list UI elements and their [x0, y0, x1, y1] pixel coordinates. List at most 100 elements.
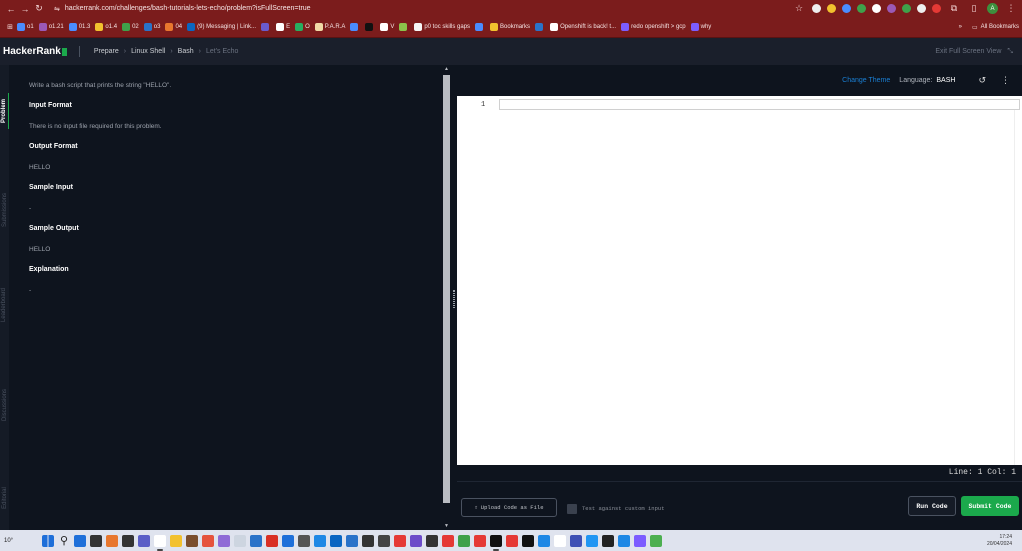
bookmark-item[interactable]: Bookmarks — [490, 23, 530, 31]
taskbar-app-icon[interactable] — [634, 534, 646, 547]
taskbar-app-icon[interactable] — [378, 534, 390, 547]
tab-problem[interactable]: Problem — [0, 93, 9, 129]
run-code-button[interactable]: Run Code — [908, 496, 956, 516]
system-clock[interactable]: 17:24 20/04/2024 — [987, 534, 1012, 548]
apps-grid-icon[interactable]: ⊞ — [3, 23, 17, 31]
extension-icon[interactable] — [932, 4, 941, 13]
language-select[interactable]: BASH — [936, 77, 955, 84]
bookmark-item[interactable] — [535, 23, 545, 31]
site-info-icon[interactable]: ⇋ — [54, 5, 60, 13]
scroll-down-icon[interactable]: ▼ — [442, 523, 451, 529]
bookmark-item[interactable]: o1.21 — [38, 23, 64, 31]
tab-submissions[interactable]: Submissions — [0, 185, 9, 235]
taskbar-app-icon[interactable] — [570, 534, 582, 547]
bookmark-item[interactable]: Openshift is back! t... — [550, 23, 616, 31]
custom-input-label[interactable]: Test against custom input — [582, 505, 665, 512]
taskbar-app-icon[interactable] — [554, 534, 566, 547]
taskbar-app-icon[interactable] — [298, 534, 310, 547]
submit-code-button[interactable]: Submit Code — [961, 496, 1019, 516]
reload-icon[interactable]: ↻ — [32, 3, 46, 14]
taskbar-app-icon[interactable] — [474, 534, 486, 547]
extension-icon[interactable] — [812, 4, 821, 13]
taskbar-app-icon[interactable] — [330, 534, 342, 547]
taskbar-app-icon[interactable] — [74, 534, 86, 547]
more-bookmarks-icon[interactable]: » — [959, 24, 962, 30]
extensions-puzzle-icon[interactable]: ⧉ — [947, 3, 961, 14]
custom-input-checkbox[interactable] — [567, 504, 577, 514]
taskbar-app-icon[interactable] — [106, 534, 118, 547]
bookmark-item[interactable]: why — [690, 23, 711, 31]
bookmark-item[interactable]: o3 — [143, 23, 160, 31]
taskbar-app-icon[interactable] — [458, 534, 470, 547]
taskbar-app-icon[interactable] — [234, 534, 246, 547]
taskbar-app-icon[interactable] — [506, 534, 518, 547]
sidepanel-icon[interactable]: ▯ — [967, 3, 981, 14]
bookmark-item[interactable]: o1.4 — [95, 23, 117, 31]
taskbar-app-icon[interactable] — [154, 534, 166, 551]
bookmark-item[interactable] — [261, 23, 271, 31]
url-text[interactable]: hackerrank.com/challenges/bash-tutorials… — [65, 5, 311, 12]
star-bookmark-icon[interactable]: ☆ — [792, 3, 806, 14]
taskbar-app-icon[interactable] — [442, 534, 454, 547]
taskbar-app-icon[interactable] — [650, 534, 662, 547]
bookmark-item[interactable] — [365, 23, 375, 31]
all-bookmarks-folder[interactable]: ▭ All Bookmarks — [972, 24, 1019, 31]
tab-discussions[interactable]: Discussions — [0, 380, 9, 430]
extension-icon[interactable] — [827, 4, 836, 13]
breadcrumb-linux-shell[interactable]: Linux Shell — [131, 48, 165, 55]
taskbar-app-icon[interactable] — [410, 534, 422, 547]
browser-menu-icon[interactable]: ⋮ — [1004, 3, 1018, 14]
tab-editorial[interactable]: Editorial — [0, 480, 9, 516]
bookmark-item[interactable]: O — [295, 23, 310, 31]
scrollbar-thumb[interactable] — [443, 75, 450, 503]
taskbar-app-icon[interactable] — [202, 534, 214, 547]
bookmark-item[interactable]: 01.3 — [68, 23, 90, 31]
taskbar-app-icon[interactable] — [266, 534, 278, 547]
bookmark-item[interactable] — [350, 23, 360, 31]
taskbar-app-icon[interactable] — [314, 534, 326, 547]
more-options-icon[interactable]: ⋮ — [1001, 75, 1010, 86]
extension-icon[interactable] — [872, 4, 881, 13]
extension-icon[interactable] — [887, 4, 896, 13]
bookmark-item[interactable]: (9) Messaging | Link... — [187, 23, 256, 31]
taskbar-app-icon[interactable] — [250, 534, 262, 547]
bookmark-item[interactable]: P.A.R.A — [314, 23, 345, 31]
extension-icon[interactable] — [902, 4, 911, 13]
taskbar-app-icon[interactable] — [618, 534, 630, 547]
taskbar-app-icon[interactable] — [346, 534, 358, 547]
taskbar-app-icon[interactable] — [490, 534, 502, 551]
search-icon[interactable]: ⚲ — [58, 535, 70, 547]
code-editor[interactable]: 1 — [457, 96, 1022, 465]
extension-icon[interactable] — [917, 4, 926, 13]
exit-fullscreen-button[interactable]: Exit Full Screen View ⤡ — [935, 48, 1013, 56]
scroll-up-icon[interactable]: ▲ — [442, 66, 451, 72]
taskbar-app-icon[interactable] — [602, 534, 614, 547]
taskbar-app-icon[interactable] — [122, 534, 134, 547]
upload-code-button[interactable]: ⇧ Upload Code as File — [461, 498, 557, 517]
taskbar-app-icon[interactable] — [186, 534, 198, 547]
breadcrumb-bash[interactable]: Bash — [178, 48, 194, 55]
taskbar-app-icon[interactable] — [538, 534, 550, 547]
bookmark-item[interactable]: p0 toc skills gaps — [414, 23, 470, 31]
forward-icon[interactable]: → — [18, 4, 32, 14]
hackerrank-logo[interactable]: HackerRank — [3, 46, 67, 57]
bookmark-item[interactable]: 02 — [122, 23, 139, 31]
taskbar-app-icon[interactable] — [522, 534, 534, 547]
taskbar-app-icon[interactable] — [282, 534, 294, 547]
taskbar-app-icon[interactable] — [138, 534, 150, 547]
change-theme-link[interactable]: Change Theme — [842, 77, 890, 84]
tab-leaderboard[interactable]: Leaderboard — [0, 280, 9, 330]
bookmark-item[interactable] — [475, 23, 485, 31]
taskbar-app-icon[interactable] — [586, 534, 598, 547]
active-code-line[interactable] — [499, 99, 1020, 110]
taskbar-app-icon[interactable] — [218, 534, 230, 547]
problem-scrollbar[interactable]: ▲ ▼ — [442, 65, 451, 530]
taskbar-app-icon[interactable] — [394, 534, 406, 547]
extension-icon[interactable] — [857, 4, 866, 13]
taskbar-app-icon[interactable] — [90, 534, 102, 547]
taskbar-app-icon[interactable] — [170, 534, 182, 547]
taskbar-app-icon[interactable] — [362, 534, 374, 547]
windows-start-icon[interactable] — [42, 534, 54, 547]
taskbar-app-icon[interactable] — [426, 534, 438, 547]
editor-scrollbar[interactable] — [1014, 110, 1022, 465]
